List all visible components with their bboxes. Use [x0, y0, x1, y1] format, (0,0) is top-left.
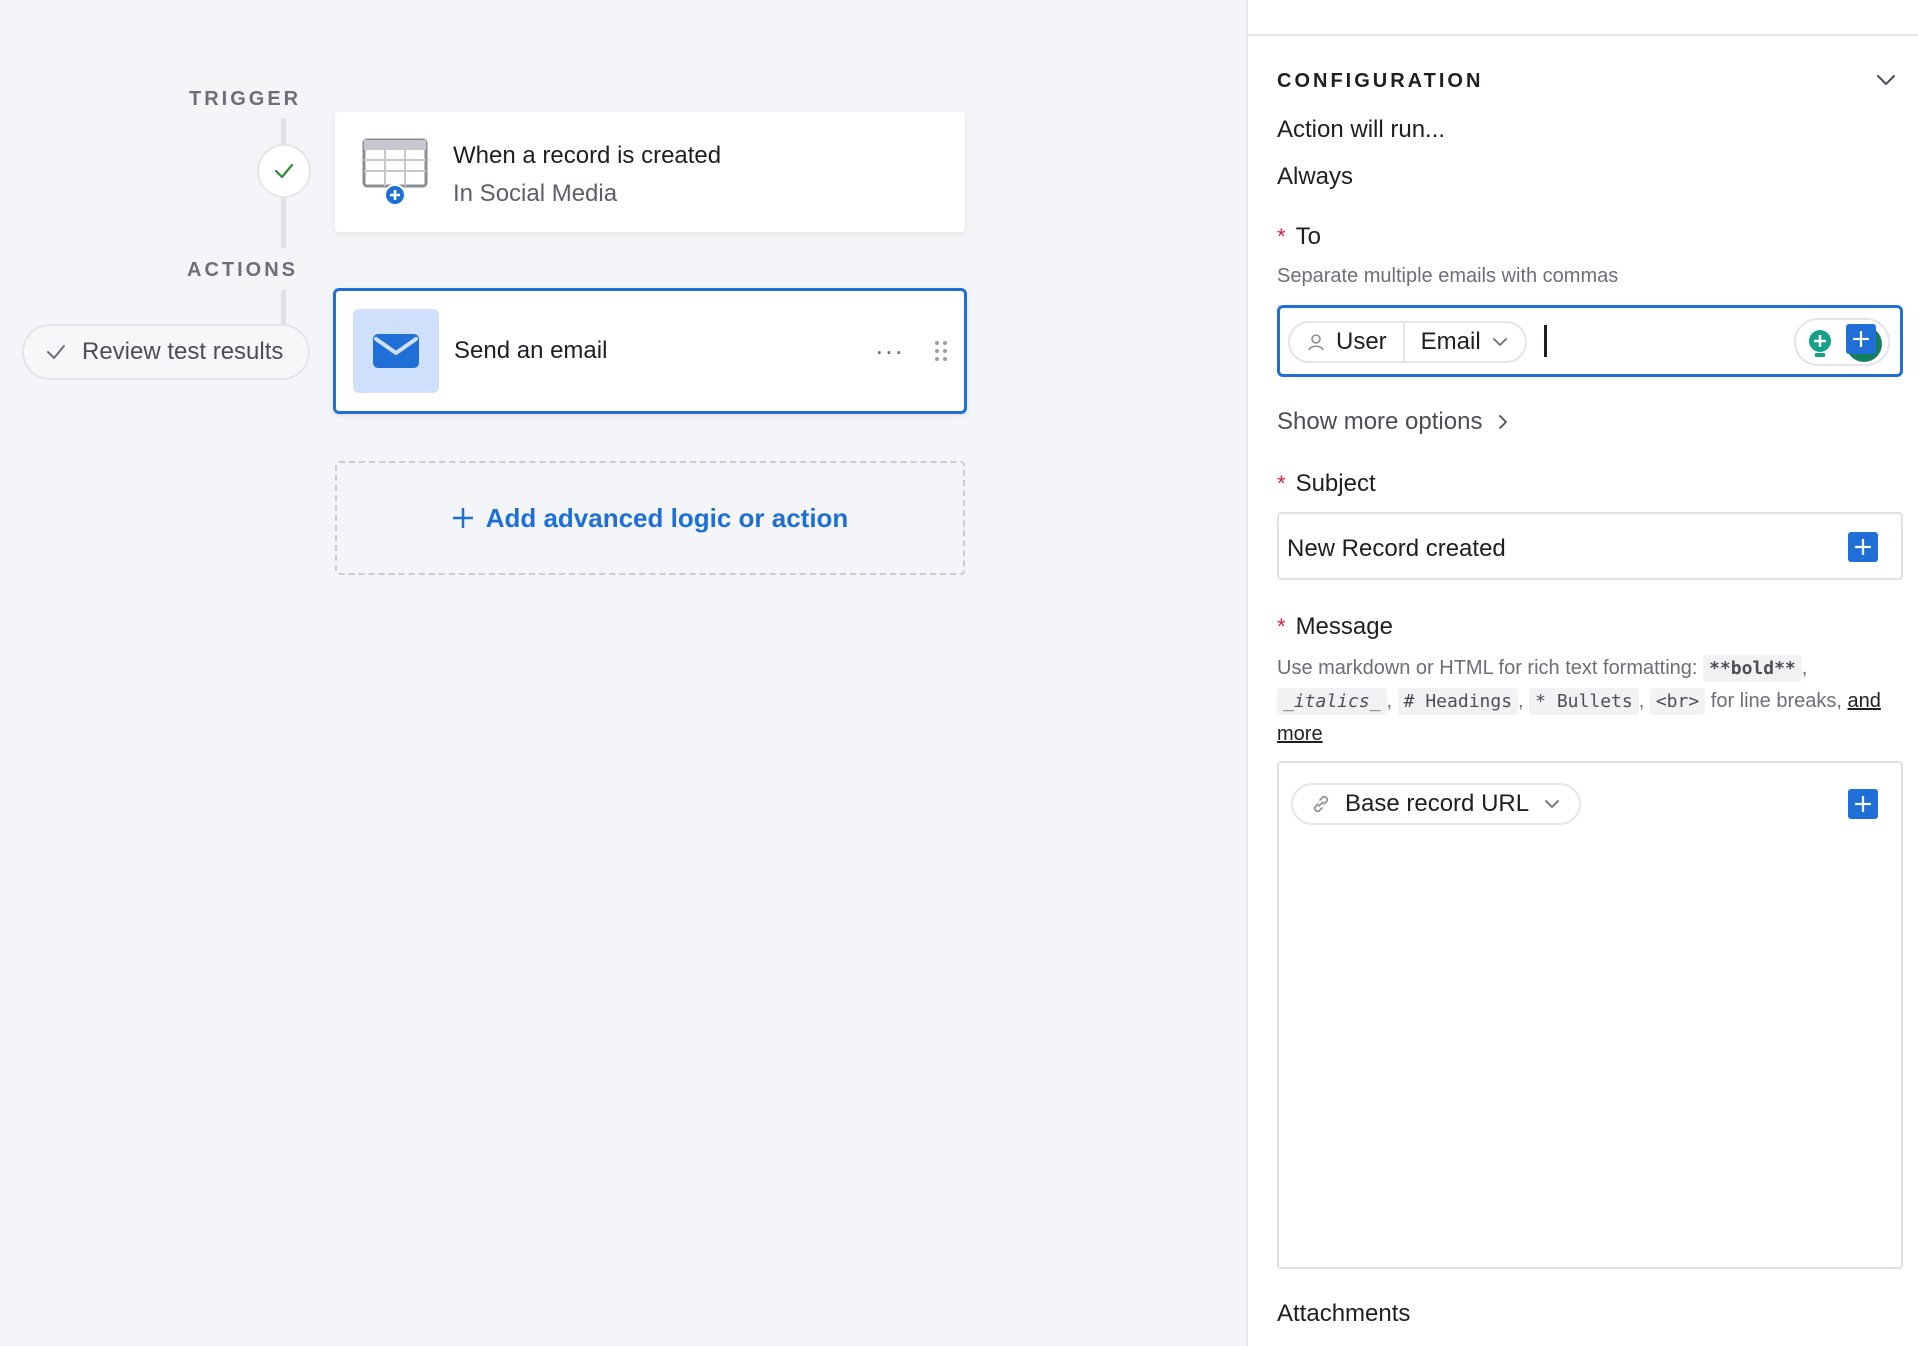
chevron-down-icon[interactable] [1874, 68, 1898, 92]
plus-icon [1853, 331, 1869, 347]
configuration-title: CONFIGURATION [1277, 70, 1484, 92]
text-caret [1544, 325, 1547, 357]
review-test-results-label: Review test results [82, 338, 284, 365]
html-br-chip: <br> [1649, 688, 1706, 715]
subject-label-text: Subject [1295, 470, 1376, 497]
insert-field-button[interactable] [1848, 789, 1878, 819]
actions-section-label: ACTIONS [187, 259, 298, 281]
plus-icon [1855, 539, 1871, 555]
trigger-card-title: When a record is created [453, 142, 722, 169]
user-email-token[interactable]: User Email [1288, 321, 1527, 363]
configuration-panel: CONFIGURATION Action will run... Always … [1246, 0, 1918, 1346]
message-label-text: Message [1295, 613, 1393, 640]
message-field-label: * Message [1277, 613, 1393, 641]
token-email-segment[interactable]: Email [1405, 323, 1525, 361]
required-mark: * [1277, 614, 1286, 639]
insert-field-button[interactable] [1848, 532, 1878, 562]
drag-handle-icon[interactable] [934, 340, 948, 362]
message-input-field[interactable]: Base record URL [1277, 761, 1903, 1269]
user-icon [1308, 334, 1324, 351]
subject-value: New Record created [1287, 535, 1506, 562]
trigger-card[interactable]: When a record is created In Social Media [335, 112, 965, 232]
to-input-field[interactable]: User Email [1277, 305, 1903, 377]
required-mark: * [1277, 471, 1286, 496]
email-icon-tile [353, 309, 439, 393]
base-record-url-label: Base record URL [1345, 790, 1530, 817]
trigger-card-subtitle: In Social Media [453, 180, 618, 207]
markdown-bold-chip: **bold** [1703, 655, 1802, 682]
check-icon [274, 163, 294, 179]
attachments-label: Attachments [1277, 1300, 1411, 1327]
automation-canvas: TRIGGER When a record is created In Soci… [0, 0, 1246, 1346]
token-user-segment[interactable]: User [1290, 323, 1403, 361]
required-mark: * [1277, 224, 1286, 249]
plus-icon [1855, 796, 1871, 812]
review-test-results-button[interactable]: Review test results [22, 324, 310, 380]
panel-topbar [1248, 0, 1918, 36]
subject-input-field[interactable]: New Record created [1277, 512, 1903, 580]
and-more-link-part1: and [1847, 690, 1881, 712]
trigger-status [257, 144, 311, 198]
help-suffix: for line breaks, [1710, 690, 1842, 712]
subject-field-label: * Subject [1277, 470, 1376, 498]
action-card-title: Send an email [454, 337, 608, 364]
plus-icon [452, 508, 473, 528]
to-field-label: * To [1277, 223, 1321, 251]
add-advanced-logic-button[interactable]: Add advanced logic or action [335, 461, 965, 575]
check-icon [47, 345, 65, 359]
chevron-down-icon [1545, 800, 1559, 808]
run-condition-value[interactable]: Always [1277, 163, 1353, 191]
chevron-down-icon [1492, 338, 1507, 346]
base-record-url-token[interactable]: Base record URL [1291, 783, 1582, 825]
action-will-run-label: Action will run... [1277, 116, 1446, 143]
show-more-options-link[interactable]: Show more options [1277, 408, 1510, 436]
more-options-button[interactable]: ··· [875, 336, 904, 367]
send-email-action-card[interactable]: Send an email ··· [333, 288, 967, 414]
help-prefix: Use markdown or HTML for rich text forma… [1277, 657, 1698, 679]
insert-field-button[interactable] [1846, 324, 1876, 354]
markdown-italics-chip: _italics_ [1277, 688, 1387, 715]
markdown-headings-chip: # Headings [1397, 688, 1519, 715]
envelope-icon [373, 334, 419, 368]
link-icon [1313, 795, 1329, 813]
and-more-link-part2: more [1277, 723, 1323, 745]
show-more-options-label: Show more options [1277, 408, 1483, 435]
message-help-text: Use markdown or HTML for rich text forma… [1277, 655, 1881, 745]
table-add-icon [362, 138, 428, 206]
to-label-text: To [1295, 223, 1321, 250]
to-help-text: Separate multiple emails with commas [1277, 265, 1619, 287]
token-email-label: Email [1420, 328, 1481, 355]
trigger-section-label: TRIGGER [189, 88, 302, 110]
add-advanced-logic-label: Add advanced logic or action [485, 502, 849, 533]
markdown-bullets-chip: * Bullets [1529, 688, 1639, 715]
chevron-right-icon [1499, 415, 1508, 429]
token-user-label: User [1336, 328, 1387, 355]
bulb-icon [1809, 330, 1831, 357]
writing-assistant-widget[interactable] [1794, 318, 1890, 366]
